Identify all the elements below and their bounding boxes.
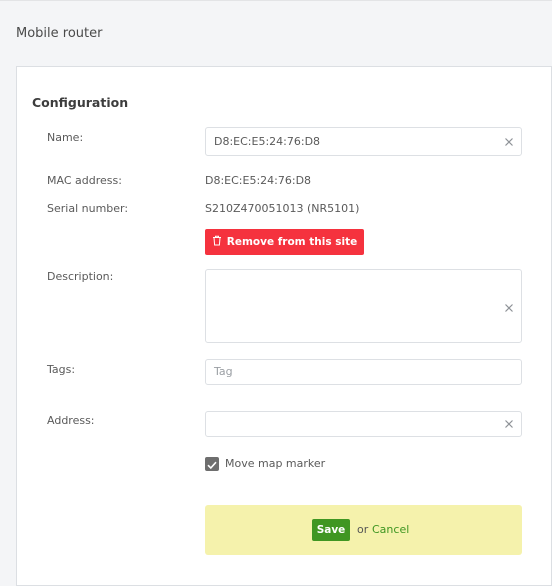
checkmark-icon <box>205 457 219 476</box>
or-text: or <box>357 523 369 536</box>
tags-input[interactable]: Tag <box>205 359 522 385</box>
configuration-card: Configuration Name: D8:EC:E5:24:76:D8 MA… <box>16 66 552 586</box>
clear-name-icon[interactable] <box>502 135 516 149</box>
name-label: Name: <box>47 131 84 144</box>
trash-icon <box>212 235 222 249</box>
save-panel: Save or Cancel <box>205 505 522 555</box>
address-label: Address: <box>47 414 95 427</box>
move-map-marker-label: Move map marker <box>225 457 326 470</box>
tags-label: Tags: <box>47 363 76 376</box>
remove-from-site-label: Remove from this site <box>226 236 358 248</box>
serial-number-label: Serial number: <box>47 202 129 215</box>
serial-number-value: S210Z47005101​3 (NR5101) <box>205 202 360 215</box>
remove-from-site-button[interactable]: Remove from this site <box>205 229 364 255</box>
description-label: Description: <box>47 270 114 283</box>
address-input[interactable] <box>205 411 522 437</box>
name-input[interactable]: D8:EC:E5:24:76:D8 <box>205 127 522 156</box>
section-heading-configuration: Configuration <box>32 95 129 110</box>
name-input-value: D8:EC:E5:24:76:D8 <box>214 135 321 148</box>
save-button[interactable]: Save <box>312 519 350 541</box>
clear-address-icon[interactable] <box>502 417 516 431</box>
mac-address-value: D8:EC:E5:24:76:D8 <box>205 174 312 187</box>
move-map-marker-checkbox[interactable] <box>205 457 219 471</box>
page-title: Mobile router <box>0 0 552 66</box>
mac-address-label: MAC address: <box>47 174 122 187</box>
cancel-link[interactable]: Cancel <box>372 519 409 541</box>
tags-placeholder: Tag <box>214 365 233 378</box>
description-textarea[interactable] <box>205 269 522 343</box>
clear-description-icon[interactable] <box>502 301 516 315</box>
